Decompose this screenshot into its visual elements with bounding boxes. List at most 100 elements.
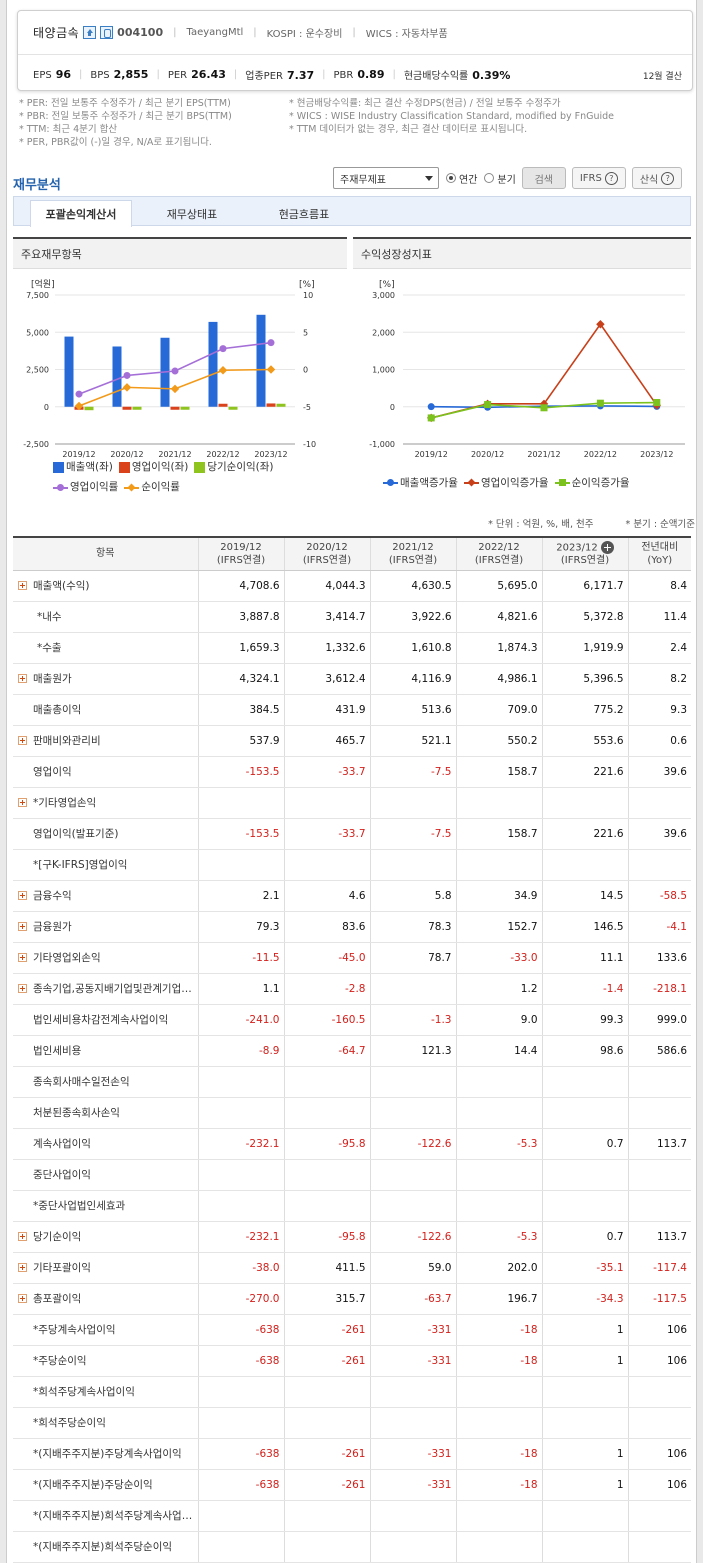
header-period-4: 2023/12 (IFRS연결): [541, 537, 628, 571]
value-cell: 2.1: [197, 880, 284, 912]
line-point-2-0[interactable]: [427, 414, 435, 422]
radio-annual-dot[interactable]: [446, 173, 456, 183]
line-point-1-1[interactable]: [122, 383, 132, 392]
value-cell: [283, 1531, 370, 1563]
bar-1-4[interactable]: [266, 403, 276, 407]
row-label-cell[interactable]: *기타영업손익: [13, 787, 198, 819]
row-label-cell[interactable]: 기타영업외손익: [13, 942, 198, 974]
expand-icon[interactable]: [18, 952, 27, 962]
value-cell: 431.9: [283, 694, 370, 726]
row-label-cell[interactable]: 금융원가: [13, 911, 198, 943]
formula-button[interactable]: 산식 ?: [631, 167, 683, 189]
row-label-cell[interactable]: 당기순이익: [13, 1221, 198, 1253]
legend-item[interactable]: 순이익률: [124, 479, 180, 496]
expand-icon[interactable]: [18, 580, 27, 590]
report-icon[interactable]: [100, 26, 114, 39]
line-point-0-2[interactable]: [171, 367, 179, 375]
bar-0-3[interactable]: [208, 321, 218, 407]
legend-item[interactable]: 당기순이익(좌): [194, 459, 274, 476]
table-row: 기타영업외손익 -11.5 -45.0 78.7 -33.0 11.1 133.6: [13, 942, 691, 974]
value-cell: 553.6: [541, 725, 628, 757]
expand-icon[interactable]: [18, 1231, 27, 1241]
ifrs-button-label: IFRS: [579, 172, 602, 184]
line-point-2-4[interactable]: [653, 399, 661, 407]
line-point-2-3[interactable]: [596, 399, 604, 407]
row-label-cell[interactable]: 종속기업,공동지배기업및관계기업관련손익: [13, 973, 198, 1005]
header-period-2: 2021/12 (IFRS연결): [369, 537, 456, 571]
row-label-cell[interactable]: 금융수익: [13, 880, 198, 912]
tab-cash-flow[interactable]: 현금흐름표: [252, 200, 356, 227]
bar-1-3[interactable]: [218, 403, 228, 407]
line-point-1-3[interactable]: [218, 366, 228, 375]
line-point-0-4[interactable]: [267, 339, 275, 347]
tab-balance-sheet[interactable]: 재무상태표: [140, 200, 244, 227]
line-point-2-1[interactable]: [484, 401, 492, 409]
value-cell: [369, 1531, 456, 1563]
tab-income-statement[interactable]: 포괄손익계산서: [30, 200, 132, 227]
legend-item[interactable]: 매출액(좌): [53, 459, 113, 476]
home-icon[interactable]: [83, 26, 97, 39]
legend-item[interactable]: 매출액증가율: [383, 475, 458, 490]
line-point-0-0[interactable]: [75, 390, 83, 398]
bar-0-0[interactable]: [64, 336, 74, 407]
growth-indicators-chart: [%]3,000 2,000 1,000 0 -1,000 2019/12 2020/12 2…: [369, 280, 685, 459]
bar-0-4[interactable]: [256, 314, 266, 407]
statement-type-select[interactable]: 주재무제표: [333, 167, 439, 189]
bar-1-1[interactable]: [122, 406, 132, 410]
bar-2-4[interactable]: [276, 403, 286, 407]
value-cell: -261: [283, 1438, 370, 1470]
radio-quarter-dot[interactable]: [484, 173, 495, 183]
add-column-icon[interactable]: [600, 540, 614, 554]
bar-1-2[interactable]: [170, 406, 180, 410]
expand-icon[interactable]: [18, 983, 27, 993]
expand-icon[interactable]: [18, 921, 27, 931]
expand-icon[interactable]: [18, 797, 27, 807]
header-year: 2019/12: [220, 541, 262, 553]
table-row: 법인세비용차감전계속사업이익 -241.0 -160.5 -1.3 9.0 99.3 999…: [13, 1004, 691, 1036]
expand-icon[interactable]: [18, 735, 27, 745]
bar-2-3[interactable]: [228, 406, 238, 410]
expand-icon[interactable]: [18, 1293, 27, 1303]
value-cell: [455, 849, 542, 881]
x-tick-label: 2021/12: [527, 450, 560, 459]
legend-item[interactable]: 순이익증가율: [554, 475, 630, 490]
row-label-cell: *희석주당순이익: [13, 1407, 198, 1439]
expand-icon[interactable]: [18, 1262, 27, 1272]
line-point-2-2[interactable]: [540, 404, 548, 412]
bar-2-0[interactable]: [84, 406, 94, 411]
row-label-cell[interactable]: 기타포괄이익: [13, 1252, 198, 1284]
legend-item[interactable]: 영업이익률: [53, 479, 118, 496]
row-label-cell[interactable]: 매출액(수익): [13, 570, 198, 602]
expand-icon[interactable]: [18, 890, 27, 900]
row-label: 중단사업이익: [33, 1169, 91, 1181]
ifrs-button[interactable]: IFRS ?: [571, 167, 626, 189]
indicator-bar: EPS 96 | BPS 2,855 | PER 26.43 | 업종PER 7.37 | PBR 0.8…: [18, 57, 692, 91]
radio-quarter[interactable]: 분기: [484, 171, 516, 186]
line-point-0-3[interactable]: [219, 345, 227, 353]
bar-2-1[interactable]: [132, 406, 142, 410]
table-row: 매출총이익 384.5 431.9 513.6 709.0 775.2 9.3: [13, 694, 691, 726]
line-point-1-2[interactable]: [170, 384, 180, 394]
line-point-1-4[interactable]: [266, 365, 276, 374]
radio-annual[interactable]: 연간: [446, 171, 477, 186]
line-point-0-1[interactable]: [123, 371, 131, 379]
row-label-cell[interactable]: 총포괄이익: [13, 1283, 198, 1315]
search-button[interactable]: 검색: [521, 167, 566, 189]
header-yoy-label: 전년대비: [641, 541, 679, 553]
row-label-cell[interactable]: 매출원가: [13, 663, 198, 695]
value-cell: 5,695.0: [455, 570, 542, 602]
expand-icon[interactable]: [18, 673, 27, 683]
bar-2-2[interactable]: [180, 406, 190, 410]
line-point-0-0[interactable]: [427, 403, 435, 411]
value-cell: [627, 1066, 691, 1098]
page: 태양금속 004100 | TaeyangMtl | KOSPI : 운수장비 …: [6, 0, 697, 1563]
legend-item[interactable]: 영업이익증가율: [463, 475, 549, 490]
table-row: *주당순이익 -638 -261 -331 -18 1 106: [13, 1345, 691, 1377]
legend-item[interactable]: 영업이익(좌): [118, 459, 188, 476]
value-cell: [283, 1500, 370, 1532]
help-icon: ?: [661, 171, 675, 185]
legend-label: 순이익률: [141, 481, 180, 493]
row-label-cell[interactable]: 판매비와관리비: [13, 725, 198, 757]
header-item: 항목: [13, 537, 198, 571]
bar-0-1[interactable]: [112, 346, 122, 407]
